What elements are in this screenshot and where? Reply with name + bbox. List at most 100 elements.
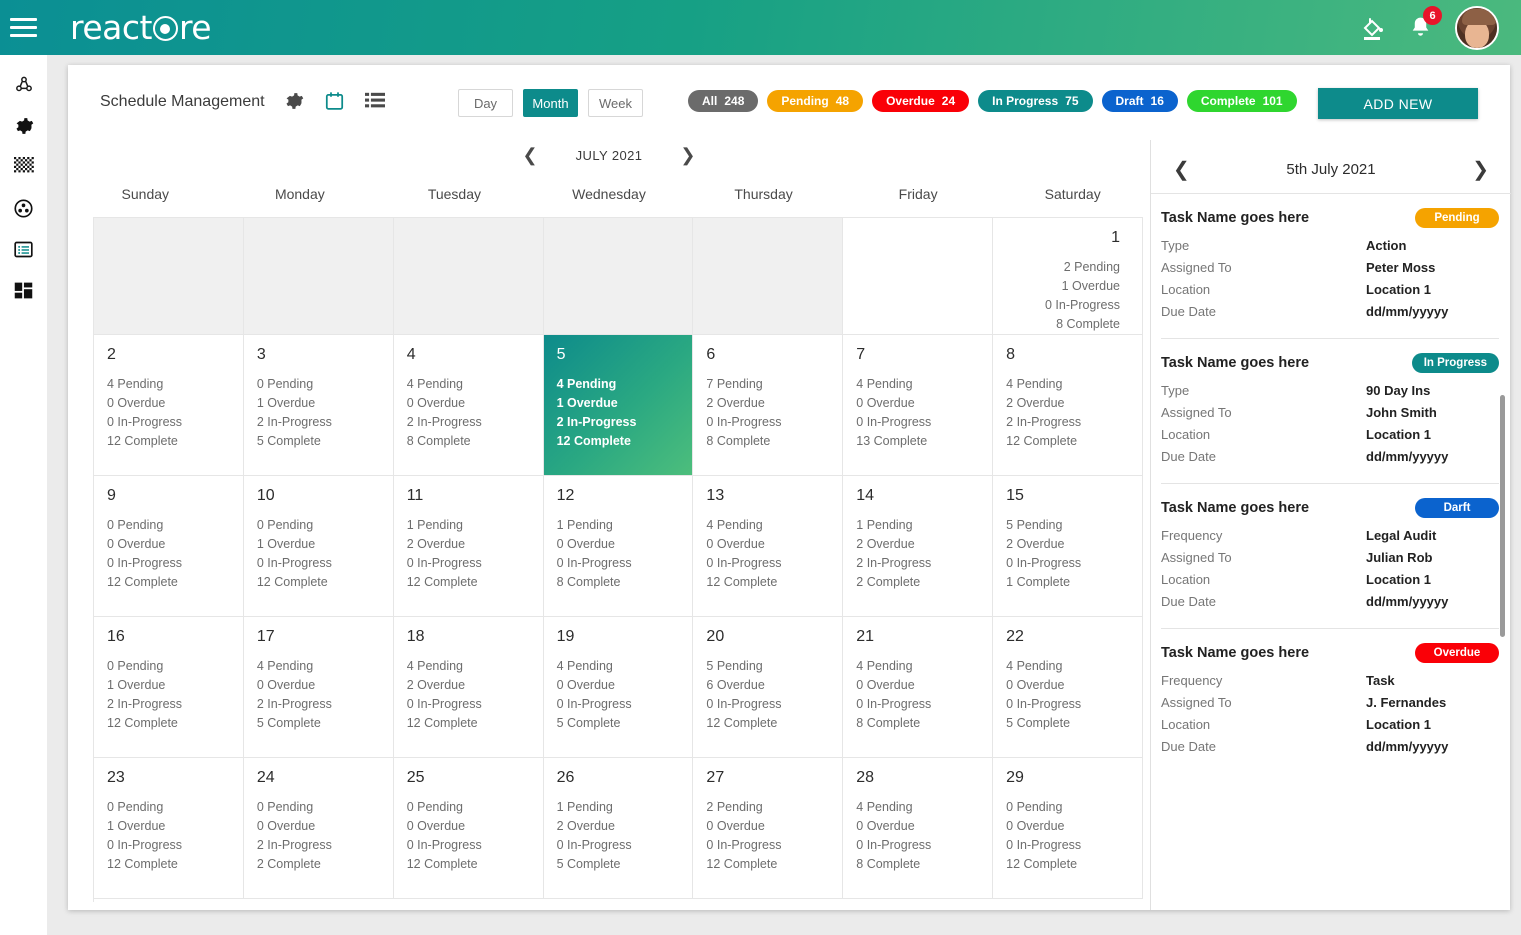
calendar-day-cell[interactable]: 2 4 Pending 0 Overdue 0 In-Progress 12 Compl… (94, 335, 244, 476)
calendar-day-cell[interactable]: 5 4 Pending 1 Overdue 2 In-Progress 12 Compl… (543, 335, 694, 476)
status-chip-overdue[interactable]: Overdue 24 (872, 90, 970, 112)
day-number: 4 (406, 346, 416, 363)
calendar-day-cell[interactable]: 16 0 Pending 1 Overdue 2 In-Progress 12 Comp… (94, 617, 244, 758)
chevron-right-icon[interactable]: ❯ (1472, 160, 1489, 180)
task-card[interactable]: Task Name goes here Pending Type Action Assi… (1161, 194, 1499, 339)
day-status-summary: 4 Pending 1 Overdue 2 In-Progress 12 Comple… (557, 375, 680, 451)
chevron-left-icon[interactable]: ❮ (523, 146, 538, 164)
day-status-summary: 2 Pending 1 Overdue 0 In-Progress 8 Complet… (1006, 258, 1120, 334)
chevron-right-icon[interactable]: ❯ (680, 146, 695, 164)
day-stat-overdue: 0 Overdue (256, 819, 316, 833)
task-field-label: Due Date (1161, 304, 1216, 319)
day-stat-complete: 13 Complete (856, 434, 928, 448)
calendar-day-cell[interactable]: 17 4 Pending 0 Overdue 2 In-Progress 5 Compl… (243, 617, 394, 758)
calendar-icon[interactable] (324, 90, 345, 112)
day-stat-pending: 1 Pending (406, 518, 464, 532)
day-stat-pending: 4 Pending (406, 377, 464, 391)
calendar-day-cell[interactable]: 1 2 Pending 1 Overdue 0 In-Progress 8 Comple… (993, 218, 1143, 335)
calendar-day-cell[interactable]: 22 4 Pending 0 Overdue 0 In-Progress 5 Compl… (993, 617, 1143, 758)
status-chip-in-progress[interactable]: In Progress 75 (978, 90, 1093, 112)
calendar-day-cell[interactable]: 20 5 Pending 6 Overdue 0 In-Progress 12 Comp… (693, 617, 844, 758)
view-day-button[interactable]: Day (458, 89, 513, 117)
calendar-day-cell[interactable]: 29 0 Pending 0 Overdue 0 In-Progress 12 Comp… (993, 758, 1143, 899)
day-stat-overdue: 1 Overdue (1061, 279, 1120, 293)
calendar-day-cell[interactable]: 3 0 Pending 1 Overdue 2 In-Progress 5 Comple… (243, 335, 394, 476)
settings-icon[interactable] (283, 90, 305, 112)
status-chip-pending[interactable]: Pending 48 (767, 90, 864, 112)
task-field-label: Frequency (1161, 673, 1223, 688)
day-stat-in-progress: 0 In-Progress (406, 838, 482, 852)
add-new-button[interactable]: ADD NEW (1318, 88, 1478, 119)
task-field-label: Type (1161, 383, 1190, 398)
view-week-button[interactable]: Week (588, 89, 643, 117)
calendar-day-cell[interactable]: 8 4 Pending 2 Overdue 2 In-Progress 12 Compl… (993, 335, 1143, 476)
sidebar-item-settings[interactable] (9, 114, 39, 138)
calendar-day-cell[interactable]: 23 0 Pending 1 Overdue 0 In-Progress 12 Comp… (94, 758, 244, 899)
task-field-value: Legal Audit (1366, 528, 1437, 543)
day-status-summary: 0 Pending 0 Overdue 0 In-Progress 12 Comple… (107, 516, 230, 592)
avatar[interactable] (1455, 5, 1499, 50)
status-badge[interactable]: Darft (1415, 498, 1499, 518)
calendar-day-cell[interactable]: 10 0 Pending 1 Overdue 0 In-Progress 12 Comp… (243, 476, 394, 617)
calendar-day-cell[interactable]: 13 4 Pending 0 Overdue 0 In-Progress 12 Comp… (693, 476, 844, 617)
calendar-day-cell[interactable]: 28 4 Pending 0 Overdue 0 In-Progress 8 Compl… (843, 758, 994, 899)
task-field-row: Assigned To J. Fernandes (1161, 695, 1499, 710)
sidebar-item-dashboard[interactable] (9, 278, 39, 302)
status-chip-all[interactable]: All 248 (688, 90, 759, 112)
calendar-day-cell[interactable]: 6 7 Pending 2 Overdue 0 In-Progress 8 Comple… (693, 335, 844, 476)
task-list-scrollbar-thumb[interactable] (1500, 395, 1505, 637)
status-chip-draft[interactable]: Draft 16 (1101, 90, 1178, 112)
calendar-day-cell[interactable]: 25 0 Pending 0 Overdue 0 In-Progress 12 Comp… (393, 758, 544, 899)
status-badge[interactable]: Pending (1415, 208, 1499, 228)
calendar-empty-cell (843, 218, 994, 335)
task-card[interactable]: Task Name goes here In Progress Type 90 Day… (1161, 339, 1499, 484)
calendar-day-cell[interactable]: 19 4 Pending 0 Overdue 0 In-Progress 5 Compl… (543, 617, 694, 758)
day-stat-overdue: 2 Overdue (706, 396, 765, 410)
day-stat-in-progress: 0 In-Progress (706, 838, 782, 852)
day-stat-pending: 4 Pending (107, 377, 164, 391)
sidebar-item-users[interactable] (9, 196, 39, 220)
calendar-day-cell[interactable]: 9 0 Pending 0 Overdue 0 In-Progress 12 Compl… (94, 476, 244, 617)
task-field-value: Action (1366, 238, 1407, 253)
bell-icon[interactable]: 6 (1408, 6, 1442, 40)
calendar-day-cell[interactable]: 14 1 Pending 2 Overdue 2 In-Progress 2 Compl… (843, 476, 994, 617)
paint-bucket-icon[interactable] (1358, 14, 1386, 42)
sidebar-item-list[interactable] (9, 237, 39, 261)
day-number: 2 (107, 346, 116, 363)
hamburger-icon[interactable] (0, 0, 47, 55)
calendar-day-cell[interactable]: 12 1 Pending 0 Overdue 0 In-Progress 8 Compl… (543, 476, 694, 617)
task-field-value: John Smith (1366, 405, 1437, 420)
day-stat-pending: 2 Pending (1063, 260, 1120, 274)
day-number: 1 (1111, 229, 1120, 246)
top-bar: react re 6 (0, 0, 1521, 55)
sidebar-item-grid[interactable] (9, 155, 39, 179)
day-stat-complete: 12 Complete (706, 575, 778, 589)
day-status-summary: 5 Pending 6 Overdue 0 In-Progress 12 Comple… (706, 657, 829, 733)
status-badge[interactable]: In Progress (1411, 353, 1499, 373)
calendar-day-cell[interactable]: 18 4 Pending 2 Overdue 0 In-Progress 12 Comp… (393, 617, 544, 758)
status-chip-complete[interactable]: Complete 101 (1186, 90, 1297, 112)
calendar-day-cell[interactable]: 11 1 Pending 2 Overdue 0 In-Progress 12 Comp… (393, 476, 544, 617)
view-month-button[interactable]: Month (523, 89, 578, 117)
calendar-day-cell[interactable]: 15 5 Pending 2 Overdue 0 In-Progress 1 Compl… (993, 476, 1143, 617)
calendar-day-cell[interactable]: 24 0 Pending 0 Overdue 2 In-Progress 2 Compl… (243, 758, 394, 899)
top-bar-actions: 6 (1358, 5, 1521, 50)
day-stat-overdue: 1 Overdue (107, 678, 166, 692)
task-field-row: Due Date dd/mm/yyyyy (1161, 449, 1499, 464)
list-view-icon[interactable] (364, 91, 386, 111)
header-icon-group (283, 90, 386, 112)
brand-logo[interactable]: react re (70, 8, 212, 47)
calendar-day-cell[interactable]: 7 4 Pending 0 Overdue 0 In-Progress 13 Compl… (843, 335, 994, 476)
brand-o-icon (152, 16, 178, 41)
task-card[interactable]: Task Name goes here Overdue Frequency Task A… (1161, 629, 1499, 773)
day-stat-overdue: 1 Overdue (256, 537, 316, 551)
day-status-summary: 4 Pending 2 Overdue 0 In-Progress 12 Comple… (407, 657, 530, 733)
calendar-day-cell[interactable]: 4 4 Pending 0 Overdue 2 In-Progress 8 Comple… (393, 335, 544, 476)
calendar-day-cell[interactable]: 27 2 Pending 0 Overdue 0 In-Progress 12 Comp… (693, 758, 844, 899)
task-card[interactable]: Task Name goes here Darft Frequency Legal A… (1161, 484, 1499, 629)
calendar-day-cell[interactable]: 26 1 Pending 2 Overdue 0 In-Progress 5 Compl… (543, 758, 694, 899)
chevron-left-icon[interactable]: ❮ (1173, 160, 1190, 180)
sidebar-item-network[interactable] (9, 73, 39, 97)
status-badge[interactable]: Overdue (1415, 643, 1499, 663)
calendar-day-cell[interactable]: 21 4 Pending 0 Overdue 0 In-Progress 8 Compl… (843, 617, 994, 758)
